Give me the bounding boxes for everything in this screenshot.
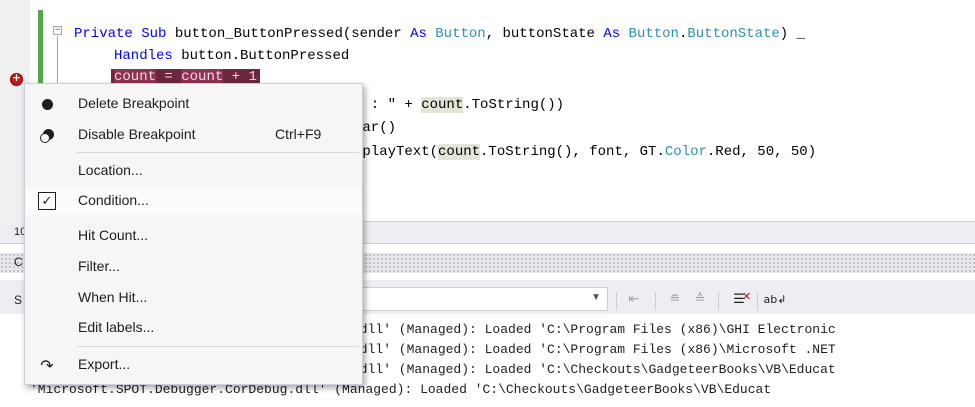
menu-item-label: When Hit... bbox=[78, 289, 148, 305]
type-name: Color bbox=[664, 144, 707, 160]
show-output-label: S bbox=[14, 293, 23, 307]
code-text: .ToString(), font, GT. bbox=[480, 144, 665, 160]
output-line: .dll' (Managed): Loaded 'C:\Program File… bbox=[352, 322, 836, 337]
breakpoint-dot-icon bbox=[36, 94, 58, 114]
change-tracking-bar bbox=[38, 10, 43, 90]
type-name: ButtonState bbox=[687, 26, 780, 42]
menu-item-hit-count[interactable]: Hit Count... bbox=[26, 222, 361, 250]
type-name: Button bbox=[628, 26, 679, 42]
menu-item-disable-breakpoint[interactable]: Disable Breakpoint Ctrl+F9 bbox=[26, 121, 361, 149]
go-to-previous-message-icon[interactable]: ≘ bbox=[666, 290, 684, 308]
condition-check: ✓ bbox=[38, 192, 56, 210]
output-source-dropdown[interactable]: ▼ bbox=[352, 287, 608, 311]
menu-item-label: Disable Breakpoint bbox=[78, 126, 196, 142]
menu-item-label: Location... bbox=[78, 162, 143, 178]
code-text: .Red, 50, 50) bbox=[706, 144, 817, 160]
keyword: As bbox=[410, 26, 427, 42]
menu-item-when-hit[interactable]: When Hit... bbox=[26, 284, 361, 312]
code-text: button_ButtonPressed(sender bbox=[166, 26, 411, 42]
menu-item-label: Filter... bbox=[78, 258, 121, 274]
disable-breakpoint-icon bbox=[36, 125, 58, 145]
code-text: button.ButtonPressed bbox=[172, 48, 350, 64]
keyword: Handles bbox=[114, 48, 173, 64]
find-previous-message-icon[interactable]: ⇤ bbox=[625, 290, 643, 308]
menu-item-shortcut: Ctrl+F9 bbox=[275, 126, 322, 142]
go-to-next-message-icon[interactable]: ≙ bbox=[691, 290, 709, 308]
code-line-debug-print[interactable]: e : " + count.ToString()) bbox=[354, 96, 564, 114]
menu-item-label: Hit Count... bbox=[78, 227, 149, 243]
menu-item-delete-breakpoint[interactable]: Delete Breakpoint bbox=[26, 90, 361, 118]
menu-item-export[interactable]: ↷ Export... bbox=[26, 351, 361, 379]
reference-highlight: count bbox=[421, 97, 464, 113]
toolbar-separator bbox=[655, 292, 656, 310]
code-text: e : " + bbox=[354, 97, 422, 113]
code-text: splayText( bbox=[354, 144, 439, 160]
export-arrow-icon: ↷ bbox=[40, 355, 54, 375]
menu-item-label: Export... bbox=[78, 356, 131, 372]
reference-highlight: count bbox=[438, 144, 481, 160]
code-text: .ToString()) bbox=[463, 97, 565, 113]
menu-item-label: Condition... bbox=[78, 192, 149, 208]
toolbar-separator bbox=[718, 292, 719, 310]
menu-item-filter[interactable]: Filter... bbox=[26, 253, 361, 281]
menu-item-edit-labels[interactable]: Edit labels... bbox=[26, 314, 361, 342]
type-name: Button bbox=[435, 26, 486, 42]
code-text: , buttonState bbox=[485, 26, 604, 42]
output-line: .dll' (Managed): Loaded 'C:\Program File… bbox=[352, 342, 836, 357]
code-text: ) _ bbox=[779, 26, 806, 42]
code-line-display-text[interactable]: splayText(count.ToString(), font, GT.Col… bbox=[354, 143, 816, 161]
breakpoint-context-menu: Delete Breakpoint Disable Breakpoint Ctr… bbox=[24, 83, 363, 385]
menu-item-label: Edit labels... bbox=[78, 319, 155, 335]
menu-item-label: Delete Breakpoint bbox=[78, 95, 190, 111]
word-wrap-icon[interactable]: ab↲ bbox=[764, 290, 787, 308]
toolbar-separator bbox=[616, 292, 617, 310]
menu-item-location[interactable]: Location... bbox=[26, 157, 361, 185]
toolbar-separator bbox=[757, 292, 758, 310]
code-line-handles[interactable]: Handles button.ButtonPressed bbox=[114, 47, 349, 65]
menu-item-condition[interactable]: ✓ Condition... bbox=[26, 187, 361, 215]
clear-x-icon: ✕ bbox=[742, 290, 752, 303]
output-line: .dll' (Managed): Loaded 'C:\Checkouts\Ga… bbox=[352, 362, 836, 377]
keyword: As bbox=[603, 26, 621, 42]
breakpoint-glyph-icon[interactable] bbox=[10, 71, 23, 86]
menu-separator bbox=[77, 152, 359, 153]
chevron-down-icon: ▼ bbox=[591, 292, 601, 303]
keyword: Private Sub bbox=[74, 26, 167, 42]
menu-separator bbox=[77, 346, 359, 347]
code-line-sub-declaration[interactable]: Private Sub button_ButtonPressed(sender … bbox=[74, 25, 805, 43]
collapse-toggle[interactable]: − bbox=[53, 26, 62, 35]
checkmark-icon: ✓ bbox=[36, 191, 58, 211]
output-panel-title: C bbox=[14, 255, 23, 269]
